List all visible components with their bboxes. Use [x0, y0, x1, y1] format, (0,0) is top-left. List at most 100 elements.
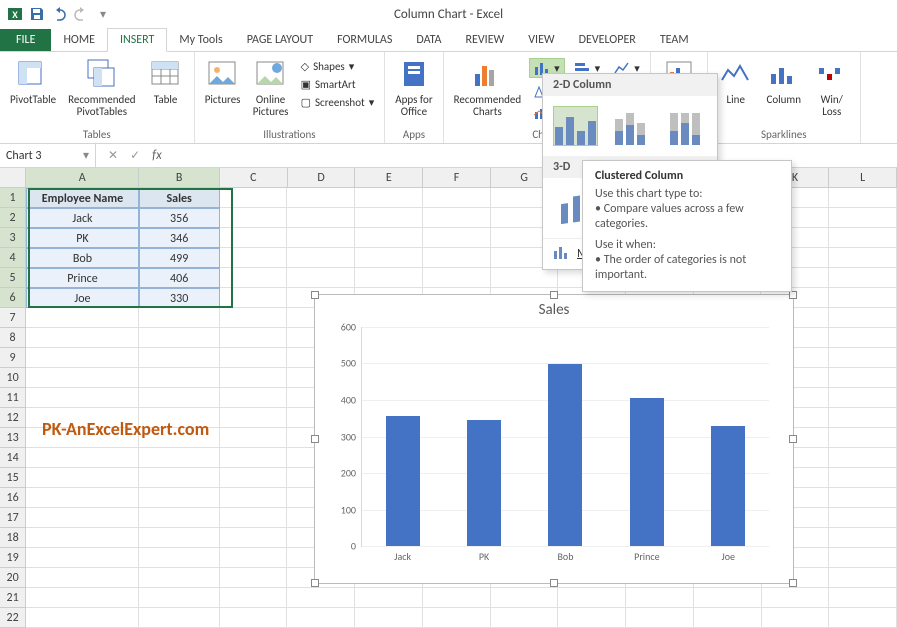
- cell[interactable]: Jack: [26, 208, 139, 228]
- cell[interactable]: [694, 588, 762, 608]
- tab-insert[interactable]: INSERT: [107, 28, 167, 52]
- sparkline-line-button[interactable]: Line: [714, 54, 758, 108]
- cell[interactable]: [139, 508, 220, 528]
- cell[interactable]: [829, 468, 897, 488]
- cell[interactable]: [355, 608, 423, 628]
- cell[interactable]: [220, 348, 288, 368]
- cell[interactable]: [220, 408, 288, 428]
- cell[interactable]: [829, 528, 897, 548]
- cell[interactable]: Prince: [26, 268, 139, 288]
- cell[interactable]: [220, 608, 288, 628]
- cell[interactable]: [139, 308, 220, 328]
- cell[interactable]: [220, 368, 288, 388]
- tab-developer[interactable]: DEVELOPER: [567, 29, 648, 51]
- apps-for-office-button[interactable]: Apps for Office: [391, 54, 436, 120]
- cell[interactable]: [762, 588, 830, 608]
- cell[interactable]: [220, 188, 288, 208]
- col-header-d[interactable]: D: [288, 168, 356, 188]
- cell[interactable]: [139, 588, 220, 608]
- row-header[interactable]: 6: [0, 288, 26, 308]
- cell[interactable]: [558, 588, 626, 608]
- sparkline-winloss-button[interactable]: Win/ Loss: [810, 54, 854, 120]
- cell[interactable]: [220, 328, 288, 348]
- name-box[interactable]: Chart 3 ▾: [0, 144, 96, 167]
- row-header[interactable]: 17: [0, 508, 26, 528]
- tab-review[interactable]: REVIEW: [453, 29, 516, 51]
- cell[interactable]: 346: [139, 228, 220, 248]
- cell[interactable]: [558, 608, 626, 628]
- cell[interactable]: [829, 568, 897, 588]
- cell[interactable]: [220, 468, 288, 488]
- cell[interactable]: [26, 608, 139, 628]
- cell[interactable]: [423, 208, 491, 228]
- cell[interactable]: [26, 468, 139, 488]
- cell[interactable]: [287, 268, 355, 288]
- recommended-pivottables-button[interactable]: Recommended PivotTables: [64, 54, 139, 120]
- cell[interactable]: [829, 508, 897, 528]
- cell[interactable]: PK: [26, 228, 139, 248]
- row-header[interactable]: 20: [0, 568, 26, 588]
- cell[interactable]: [26, 488, 139, 508]
- tab-pagelayout[interactable]: PAGE LAYOUT: [235, 29, 325, 51]
- cell[interactable]: [220, 388, 288, 408]
- chart-bar[interactable]: [630, 398, 664, 546]
- cell[interactable]: [220, 308, 288, 328]
- cell[interactable]: [26, 528, 139, 548]
- cell[interactable]: [139, 548, 220, 568]
- cell[interactable]: [26, 448, 139, 468]
- row-header[interactable]: 19: [0, 548, 26, 568]
- cell[interactable]: [26, 548, 139, 568]
- cell[interactable]: [139, 608, 220, 628]
- redo-icon[interactable]: [70, 3, 92, 25]
- cell[interactable]: 499: [139, 248, 220, 268]
- cell[interactable]: [220, 288, 288, 308]
- row-header[interactable]: 11: [0, 388, 26, 408]
- chart-bar[interactable]: [548, 364, 582, 546]
- cell[interactable]: [829, 488, 897, 508]
- cell[interactable]: 330: [139, 288, 220, 308]
- cell[interactable]: [287, 608, 355, 628]
- cell[interactable]: [26, 508, 139, 528]
- chart-plot-area[interactable]: 0100200300400500600JackPKBobPrinceJoe: [361, 327, 769, 547]
- cell[interactable]: [220, 548, 288, 568]
- row-header[interactable]: 10: [0, 368, 26, 388]
- cell[interactable]: [423, 588, 491, 608]
- cell[interactable]: [829, 408, 897, 428]
- recommended-charts-button[interactable]: Recommended Charts: [450, 54, 525, 120]
- cell[interactable]: [139, 328, 220, 348]
- fx-icon[interactable]: fx: [152, 148, 162, 163]
- col-header-l[interactable]: L: [829, 168, 897, 188]
- 100-stacked-column-thumb[interactable]: [662, 106, 707, 146]
- col-header-f[interactable]: F: [423, 168, 491, 188]
- cell[interactable]: [423, 228, 491, 248]
- resize-handle[interactable]: [789, 435, 797, 443]
- col-header-b[interactable]: B: [139, 168, 220, 188]
- cell[interactable]: [220, 508, 288, 528]
- shapes-button[interactable]: ◇Shapes ▾: [297, 58, 379, 75]
- cell[interactable]: [220, 528, 288, 548]
- cell[interactable]: [287, 588, 355, 608]
- row-header[interactable]: 3: [0, 228, 26, 248]
- row-header[interactable]: 2: [0, 208, 26, 228]
- chart-bar[interactable]: [386, 416, 420, 546]
- cell[interactable]: [220, 568, 288, 588]
- cell[interactable]: [26, 328, 139, 348]
- resize-handle[interactable]: [789, 291, 797, 299]
- tab-home[interactable]: HOME: [51, 29, 107, 51]
- row-header[interactable]: 22: [0, 608, 26, 628]
- cell[interactable]: [762, 608, 830, 628]
- cell[interactable]: [694, 608, 762, 628]
- cell[interactable]: 406: [139, 268, 220, 288]
- cell[interactable]: [829, 548, 897, 568]
- cell[interactable]: [355, 208, 423, 228]
- row-header[interactable]: 7: [0, 308, 26, 328]
- cell[interactable]: [287, 188, 355, 208]
- cell[interactable]: [287, 208, 355, 228]
- cell[interactable]: [829, 388, 897, 408]
- enter-icon[interactable]: ✓: [130, 148, 140, 163]
- cell[interactable]: [26, 568, 139, 588]
- clustered-column-thumb[interactable]: [553, 106, 598, 146]
- cell[interactable]: [829, 348, 897, 368]
- row-header[interactable]: 8: [0, 328, 26, 348]
- cell[interactable]: [355, 268, 423, 288]
